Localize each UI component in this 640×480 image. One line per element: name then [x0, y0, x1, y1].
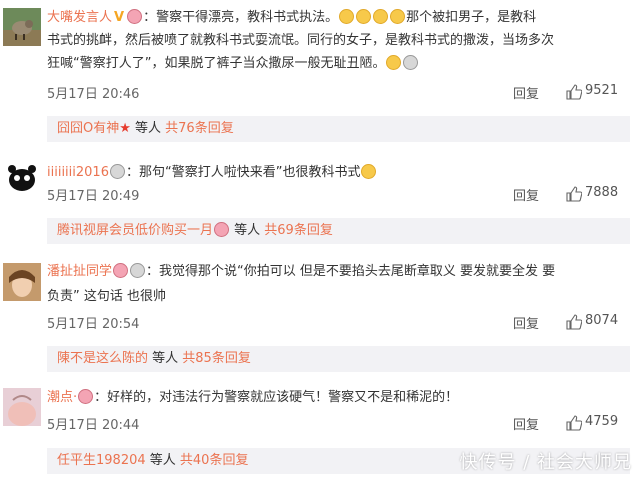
- like-count: 9521: [585, 83, 619, 98]
- thumbs-up-emoji-icon: [339, 9, 355, 24]
- reply-button[interactable]: 回复: [513, 185, 539, 204]
- thumbs-up-emoji-icon: [356, 9, 372, 24]
- sub-reply-count[interactable]: 共85条回复: [182, 351, 251, 366]
- medal-icon: [113, 263, 129, 278]
- sub-reply-user[interactable]: 腾讯视屏会员低价购买一月: [57, 223, 213, 238]
- sub-reply-count[interactable]: 共40条回复: [180, 453, 249, 468]
- panda-avatar-icon: [3, 158, 41, 196]
- like-count: 4759: [585, 414, 619, 429]
- thumbs-up-icon[interactable]: [566, 415, 582, 431]
- laugh-tears-emoji-icon: [361, 164, 377, 179]
- username-link[interactable]: 潮点·: [47, 390, 77, 405]
- verified-v-icon: V: [114, 10, 125, 25]
- username-link[interactable]: iiiiiiii2016: [47, 165, 109, 180]
- like-count: 7888: [585, 185, 619, 200]
- reply-button[interactable]: 回复: [513, 83, 539, 102]
- sub-reply-user[interactable]: 囧囧O有神: [57, 121, 119, 136]
- like-count: 8074: [585, 313, 619, 328]
- comment-text-line-1: 潘扯扯同学 ：我觉得那个说“你拍可以 但是不要掐头去尾断章取义 要发就要全发 要: [47, 260, 630, 283]
- avatar[interactable]: [3, 388, 41, 426]
- sub-replies-box[interactable]: 腾讯视屏会员低价购买一月 等人 共69条回复: [47, 218, 630, 244]
- medal-icon: [214, 222, 230, 237]
- comment-date: 5月17日 20:46: [47, 87, 140, 102]
- laugh-emoji-icon: [386, 55, 402, 70]
- sub-reply-middle: 等人: [130, 121, 166, 136]
- username-link[interactable]: 大嘴发言人: [47, 10, 112, 25]
- comment-text-line-3: 狂喊“警察打人了”，如果脱了裤子当众撒尿一般无耻丑陋。: [47, 52, 630, 75]
- comment-date: 5月17日 20:54: [47, 317, 140, 332]
- comment-text-line-2: 负责” 这句话 也很帅: [47, 285, 630, 308]
- comment-date: 5月17日 20:49: [47, 189, 140, 204]
- avatar[interactable]: [3, 8, 41, 46]
- comment-text-line-1: 大嘴发言人 V ：警察干得漂亮，教科书式执法。 那个被扣男子，是教科: [47, 6, 630, 29]
- person-avatar-icon: [3, 388, 41, 426]
- panda-badge-icon: [130, 263, 146, 278]
- comment-text-line-2: 书式的挑衅，然后被喷了就教科书式耍流氓。同行的女子，是教科书式的撒泼，当场多次: [47, 29, 630, 52]
- comment-text-line-1: iiiiiiii2016 ：那句“警察打人啦快来看”也很教科书式: [47, 161, 630, 184]
- facepalm-emoji-icon: [403, 55, 419, 70]
- comment-2: iiiiiiii2016 ：那句“警察打人啦快来看”也很教科书式 5月17日 20…: [0, 150, 640, 250]
- sub-reply-user[interactable]: 任平生198204: [57, 453, 146, 468]
- comment-text: ：好样的，对违法行为警察就应该硬气！警察又不是和稀泥的！: [94, 390, 459, 405]
- comment-text: 狂喊“警察打人了”，如果脱了裤子当众撒尿一般无耻丑陋。: [47, 56, 386, 71]
- person-avatar-icon: [3, 263, 41, 301]
- comment-text: 书式的挑衅，然后被喷了就教科书式耍流氓。同行的女子，是教科书式的撒泼，当场多次: [47, 33, 555, 48]
- watermark: 快传号 / 社会大师兄: [459, 452, 632, 473]
- comment-text: 那个被扣男子，是教科: [406, 10, 537, 25]
- comment-text: ：我觉得那个说“你拍可以 但是不要掐头去尾断章取义 要发就要全发 要: [146, 264, 556, 279]
- comment-1: 大嘴发言人 V ：警察干得漂亮，教科书式执法。 那个被扣男子，是教科 书式的挑衅，然后…: [0, 0, 640, 142]
- grin-emoji-icon: [373, 9, 389, 24]
- comment-text: ：那句“警察打人啦快来看”也很教科书式: [125, 165, 361, 180]
- sub-reply-user[interactable]: 陳不是这么陈的: [57, 351, 148, 366]
- medal-icon: [78, 389, 94, 404]
- sub-replies-box[interactable]: 陳不是这么陈的 等人 共85条回复: [47, 346, 630, 372]
- comment-text: 负责” 这句话 也很帅: [47, 289, 166, 304]
- reply-button[interactable]: 回复: [513, 414, 539, 433]
- reply-button[interactable]: 回复: [513, 313, 539, 332]
- comment-3: 潘扯扯同学 ：我觉得那个说“你拍可以 但是不要掐头去尾断章取义 要发就要全发 要 …: [0, 255, 640, 375]
- avatar[interactable]: [3, 158, 41, 196]
- sub-reply-middle: 等人: [230, 223, 265, 238]
- thumbs-up-icon[interactable]: [566, 186, 582, 202]
- sub-reply-middle: 等人: [145, 453, 180, 468]
- thumbs-up-icon[interactable]: [566, 84, 582, 100]
- panda-badge-icon: [109, 164, 125, 179]
- comment-text: ：警察干得漂亮，教科书式执法。: [143, 10, 339, 25]
- thumbs-up-icon[interactable]: [566, 314, 582, 330]
- grin-emoji-icon: [390, 9, 406, 24]
- sub-reply-middle: 等人: [148, 351, 183, 366]
- sub-replies-box[interactable]: 囧囧O有神★ 等人 共76条回复: [47, 116, 630, 142]
- bird-avatar-icon: [3, 8, 41, 46]
- sub-reply-count[interactable]: 共76条回复: [165, 121, 234, 136]
- comment-date: 5月17日 20:44: [47, 418, 140, 433]
- avatar[interactable]: [3, 263, 41, 301]
- medal-icon: [127, 9, 143, 24]
- sub-reply-count[interactable]: 共69条回复: [264, 223, 333, 238]
- star-badge-icon: ★: [119, 121, 131, 136]
- username-link[interactable]: 潘扯扯同学: [47, 264, 112, 279]
- comment-text-line-1: 潮点· ：好样的，对违法行为警察就应该硬气！警察又不是和稀泥的！: [47, 386, 630, 409]
